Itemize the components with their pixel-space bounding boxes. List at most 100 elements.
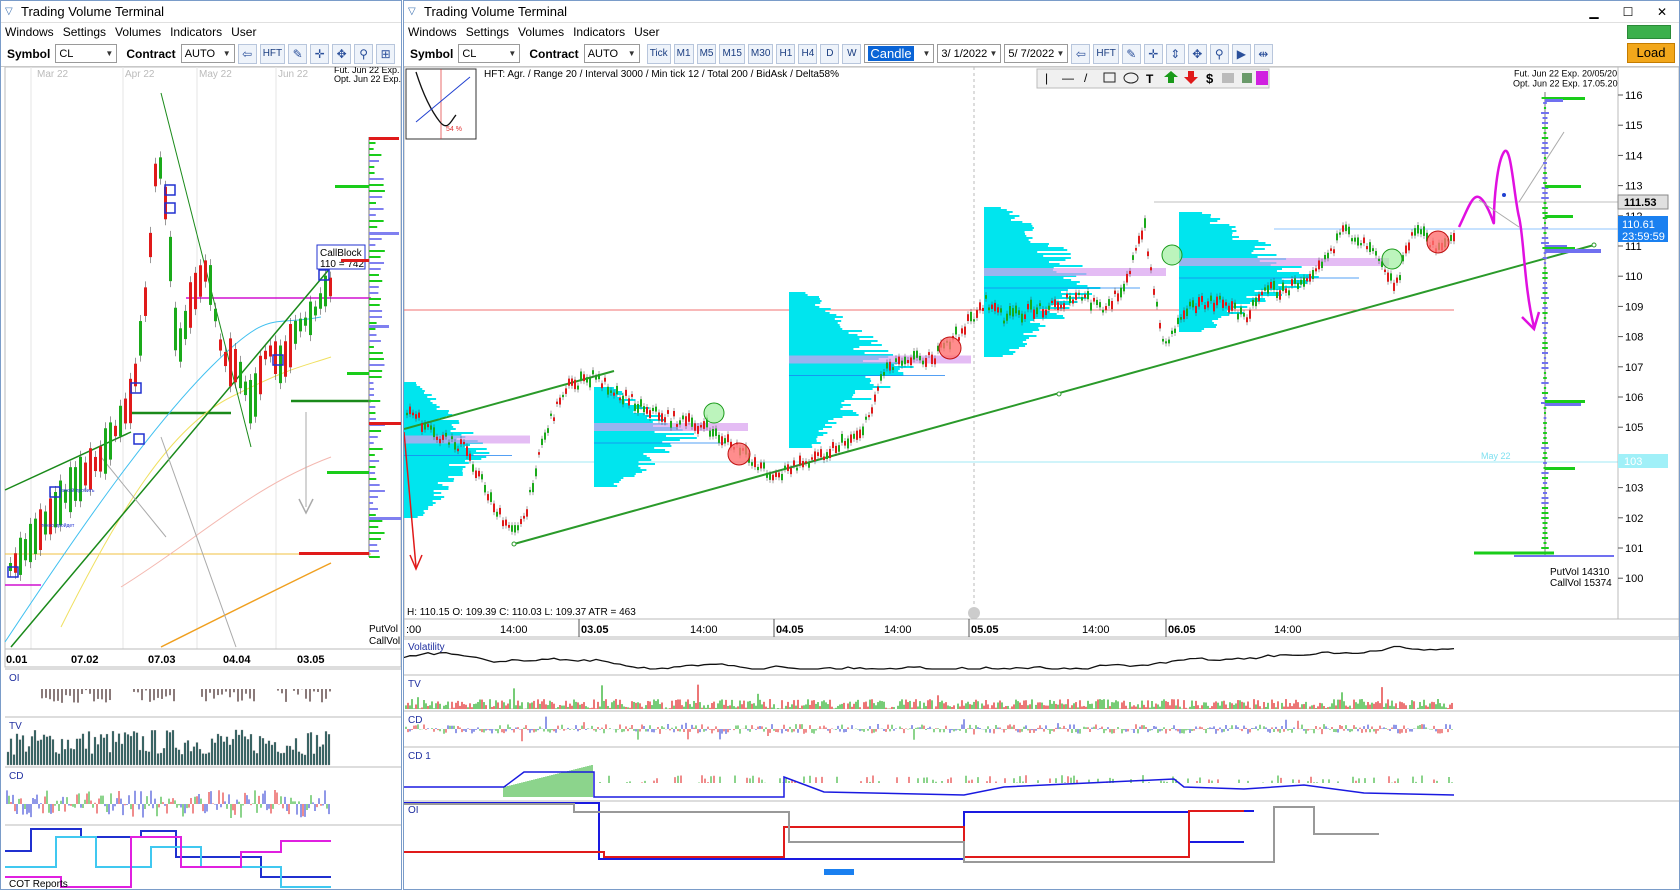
- menu-settings[interactable]: Settings: [466, 25, 509, 39]
- crosshair-icon[interactable]: ✛: [1144, 44, 1163, 64]
- chevron-down-icon: ▼: [223, 49, 231, 58]
- putvol-label: PutVol 14310: [1550, 567, 1610, 578]
- menu-user[interactable]: User: [634, 25, 659, 39]
- play-icon[interactable]: ▶: [1232, 44, 1251, 64]
- time-tick: 14:00: [500, 624, 528, 636]
- crosshair-icon[interactable]: ✛: [310, 44, 329, 64]
- price-tick: 100: [1625, 573, 1643, 585]
- tf-m5-button[interactable]: M5: [697, 44, 717, 64]
- vertical-resize-icon[interactable]: ⇕: [1166, 44, 1185, 64]
- fit-width-icon[interactable]: ⇹: [1254, 44, 1273, 64]
- move-icon[interactable]: ✥: [332, 44, 351, 64]
- panel-oi-label: OI: [408, 805, 419, 816]
- zoom-icon[interactable]: ⚲: [354, 44, 373, 64]
- level-103: 103: [1624, 456, 1642, 468]
- price-tick: 109: [1625, 301, 1643, 313]
- symbol-label: Symbol: [7, 47, 50, 61]
- menu-windows[interactable]: Windows: [5, 25, 54, 39]
- x-tick: 04.04: [223, 654, 251, 666]
- x-tick: 07.02: [71, 654, 99, 666]
- month-label: Apr 22: [125, 69, 155, 80]
- color-picker-icon[interactable]: [1256, 71, 1268, 85]
- contract-select[interactable]: AUTO▼: [584, 44, 640, 63]
- minimize-icon[interactable]: ▁: [1577, 1, 1611, 23]
- scroll-tool-icon[interactable]: ⇦: [1071, 44, 1090, 64]
- tf-h1-button[interactable]: H1: [776, 44, 795, 64]
- time-tick: 04.05: [776, 624, 804, 636]
- hft-button[interactable]: HFT: [1093, 44, 1118, 64]
- price-tick: 116: [1625, 90, 1643, 102]
- symbol-select[interactable]: CL▼: [458, 44, 520, 63]
- month-label: May 22: [199, 69, 232, 80]
- move-icon[interactable]: ✥: [1188, 44, 1207, 64]
- draw-text-icon[interactable]: T: [1146, 72, 1154, 86]
- tf-m15-button[interactable]: M15: [719, 44, 744, 64]
- right-price-chart[interactable]: 54 % HFT: Agr. / Range 20 / Interval 300…: [404, 67, 1679, 891]
- menu-volumes[interactable]: Volumes: [518, 25, 564, 39]
- date-to-picker[interactable]: 5/ 7/2022▼: [1004, 44, 1068, 63]
- x-tick: 07.03: [148, 654, 176, 666]
- panel-tv-label: TV: [9, 721, 22, 732]
- left-price-chart[interactable]: Mar 22 Apr 22 May 22 Jun 22 Fut. Jun 22 …: [1, 67, 401, 891]
- time-tick: 06.05: [1168, 624, 1196, 636]
- right-titlebar[interactable]: ▽ Trading Volume Terminal ▁ ☐ ✕: [404, 1, 1679, 23]
- tf-m1-button[interactable]: M1: [674, 44, 694, 64]
- menu-user[interactable]: User: [231, 25, 256, 39]
- eraser-icon[interactable]: [1242, 73, 1252, 83]
- draw-hline-icon[interactable]: —: [1062, 71, 1074, 85]
- time-tick: 14:00: [1082, 624, 1110, 636]
- callblock-label: CallBlock: [320, 248, 363, 259]
- load-button[interactable]: Load: [1627, 43, 1675, 63]
- menu-indicators[interactable]: Indicators: [573, 25, 625, 39]
- panel-tv-label: TV: [408, 679, 421, 690]
- contract-select[interactable]: AUTO▼: [181, 44, 235, 63]
- price-tick: 106: [1625, 392, 1643, 404]
- date-from-picker[interactable]: 3/ 1/2022▼: [937, 44, 1001, 63]
- left-window-title: Trading Volume Terminal: [21, 4, 401, 19]
- dollar-icon[interactable]: $: [1206, 71, 1214, 86]
- price-tick: 115: [1625, 120, 1643, 132]
- close-icon[interactable]: ✕: [1645, 1, 1679, 23]
- menu-volumes[interactable]: Volumes: [115, 25, 161, 39]
- tf-h4-button[interactable]: H4: [798, 44, 817, 64]
- levels-icon[interactable]: [1222, 73, 1234, 83]
- contract-label: Contract: [529, 47, 578, 61]
- hft-info: HFT: Agr. / Range 20 / Interval 3000 / M…: [484, 69, 839, 80]
- draw-vline-icon[interactable]: |: [1045, 71, 1048, 85]
- current-price: 110.61: [1622, 219, 1655, 231]
- tf-d-button[interactable]: D: [820, 44, 839, 64]
- hft-button[interactable]: HFT: [260, 44, 285, 64]
- ohlc-readout: H: 110.15 O: 109.39 C: 110.03 L: 109.37 …: [407, 607, 636, 618]
- price-tick: 107: [1625, 362, 1643, 374]
- may-label: May 22: [1481, 451, 1511, 461]
- chevron-down-icon: ▼: [922, 49, 930, 58]
- price-tick: 114: [1625, 150, 1643, 162]
- svg-text:|: |: [1045, 71, 1048, 85]
- chevron-down-icon: ▼: [508, 49, 516, 58]
- chart-type-select[interactable]: Candle▼: [864, 44, 934, 63]
- tf-m30-button[interactable]: M30: [748, 44, 773, 64]
- time-tick: 05.05: [971, 624, 999, 636]
- tf-tick-button[interactable]: Tick: [647, 44, 671, 64]
- scroll-thumb[interactable]: [824, 869, 854, 875]
- expiry-fut: Fut. Jun 22 Exp. 20/05/2022: [1514, 68, 1627, 78]
- pen-icon[interactable]: ✎: [288, 44, 307, 64]
- pen-icon[interactable]: ✎: [1122, 44, 1141, 64]
- tf-w-button[interactable]: W: [842, 44, 861, 64]
- symbol-select[interactable]: CL▼: [55, 44, 117, 63]
- left-titlebar[interactable]: ▽ Trading Volume Terminal: [1, 1, 401, 23]
- menu-windows[interactable]: Windows: [408, 25, 457, 39]
- inset-pct: 54 %: [446, 126, 462, 133]
- scroll-tool-icon[interactable]: ⇦: [238, 44, 257, 64]
- menu-settings[interactable]: Settings: [63, 25, 106, 39]
- price-tick: 105: [1625, 422, 1643, 434]
- panel-cd-label: CD: [408, 715, 422, 726]
- fit-icon[interactable]: ⊞: [376, 44, 395, 64]
- time-tick: :00: [406, 624, 421, 636]
- zoom-icon[interactable]: ⚲: [1210, 44, 1229, 64]
- maximize-icon[interactable]: ☐: [1611, 1, 1645, 23]
- time-handle[interactable]: [968, 607, 980, 619]
- menu-indicators[interactable]: Indicators: [170, 25, 222, 39]
- volatility-line: [404, 647, 1454, 670]
- app-icon: ▽: [408, 7, 418, 17]
